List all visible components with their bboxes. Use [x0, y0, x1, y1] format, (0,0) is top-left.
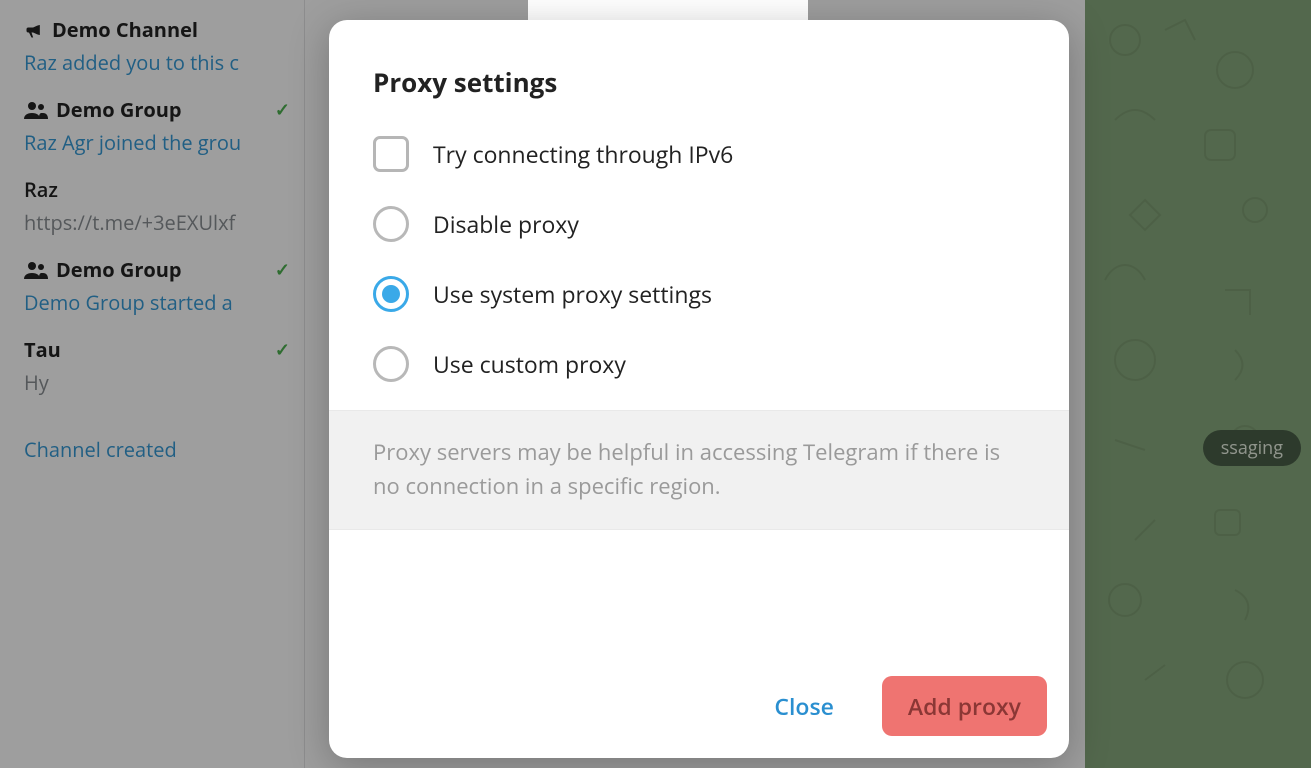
- system-proxy-option[interactable]: Use system proxy settings: [373, 276, 1025, 312]
- radio-icon[interactable]: [373, 206, 409, 242]
- option-label: Use custom proxy: [433, 348, 626, 380]
- option-label: Try connecting through IPv6: [433, 138, 733, 170]
- radio-icon-selected[interactable]: [373, 276, 409, 312]
- custom-proxy-option[interactable]: Use custom proxy: [373, 346, 1025, 382]
- proxy-settings-dialog: Proxy settings Try connecting through IP…: [329, 20, 1069, 758]
- close-button[interactable]: Close: [748, 676, 859, 736]
- add-proxy-button[interactable]: Add proxy: [882, 676, 1047, 736]
- dialog-footer: Close Add proxy: [329, 662, 1069, 758]
- dialog-title: Proxy settings: [373, 64, 1025, 100]
- option-label: Use system proxy settings: [433, 278, 712, 310]
- info-text: Proxy servers may be helpful in accessin…: [329, 410, 1069, 530]
- option-label: Disable proxy: [433, 208, 579, 240]
- radio-icon[interactable]: [373, 346, 409, 382]
- checkbox-icon[interactable]: [373, 136, 409, 172]
- ipv6-option[interactable]: Try connecting through IPv6: [373, 136, 1025, 172]
- disable-proxy-option[interactable]: Disable proxy: [373, 206, 1025, 242]
